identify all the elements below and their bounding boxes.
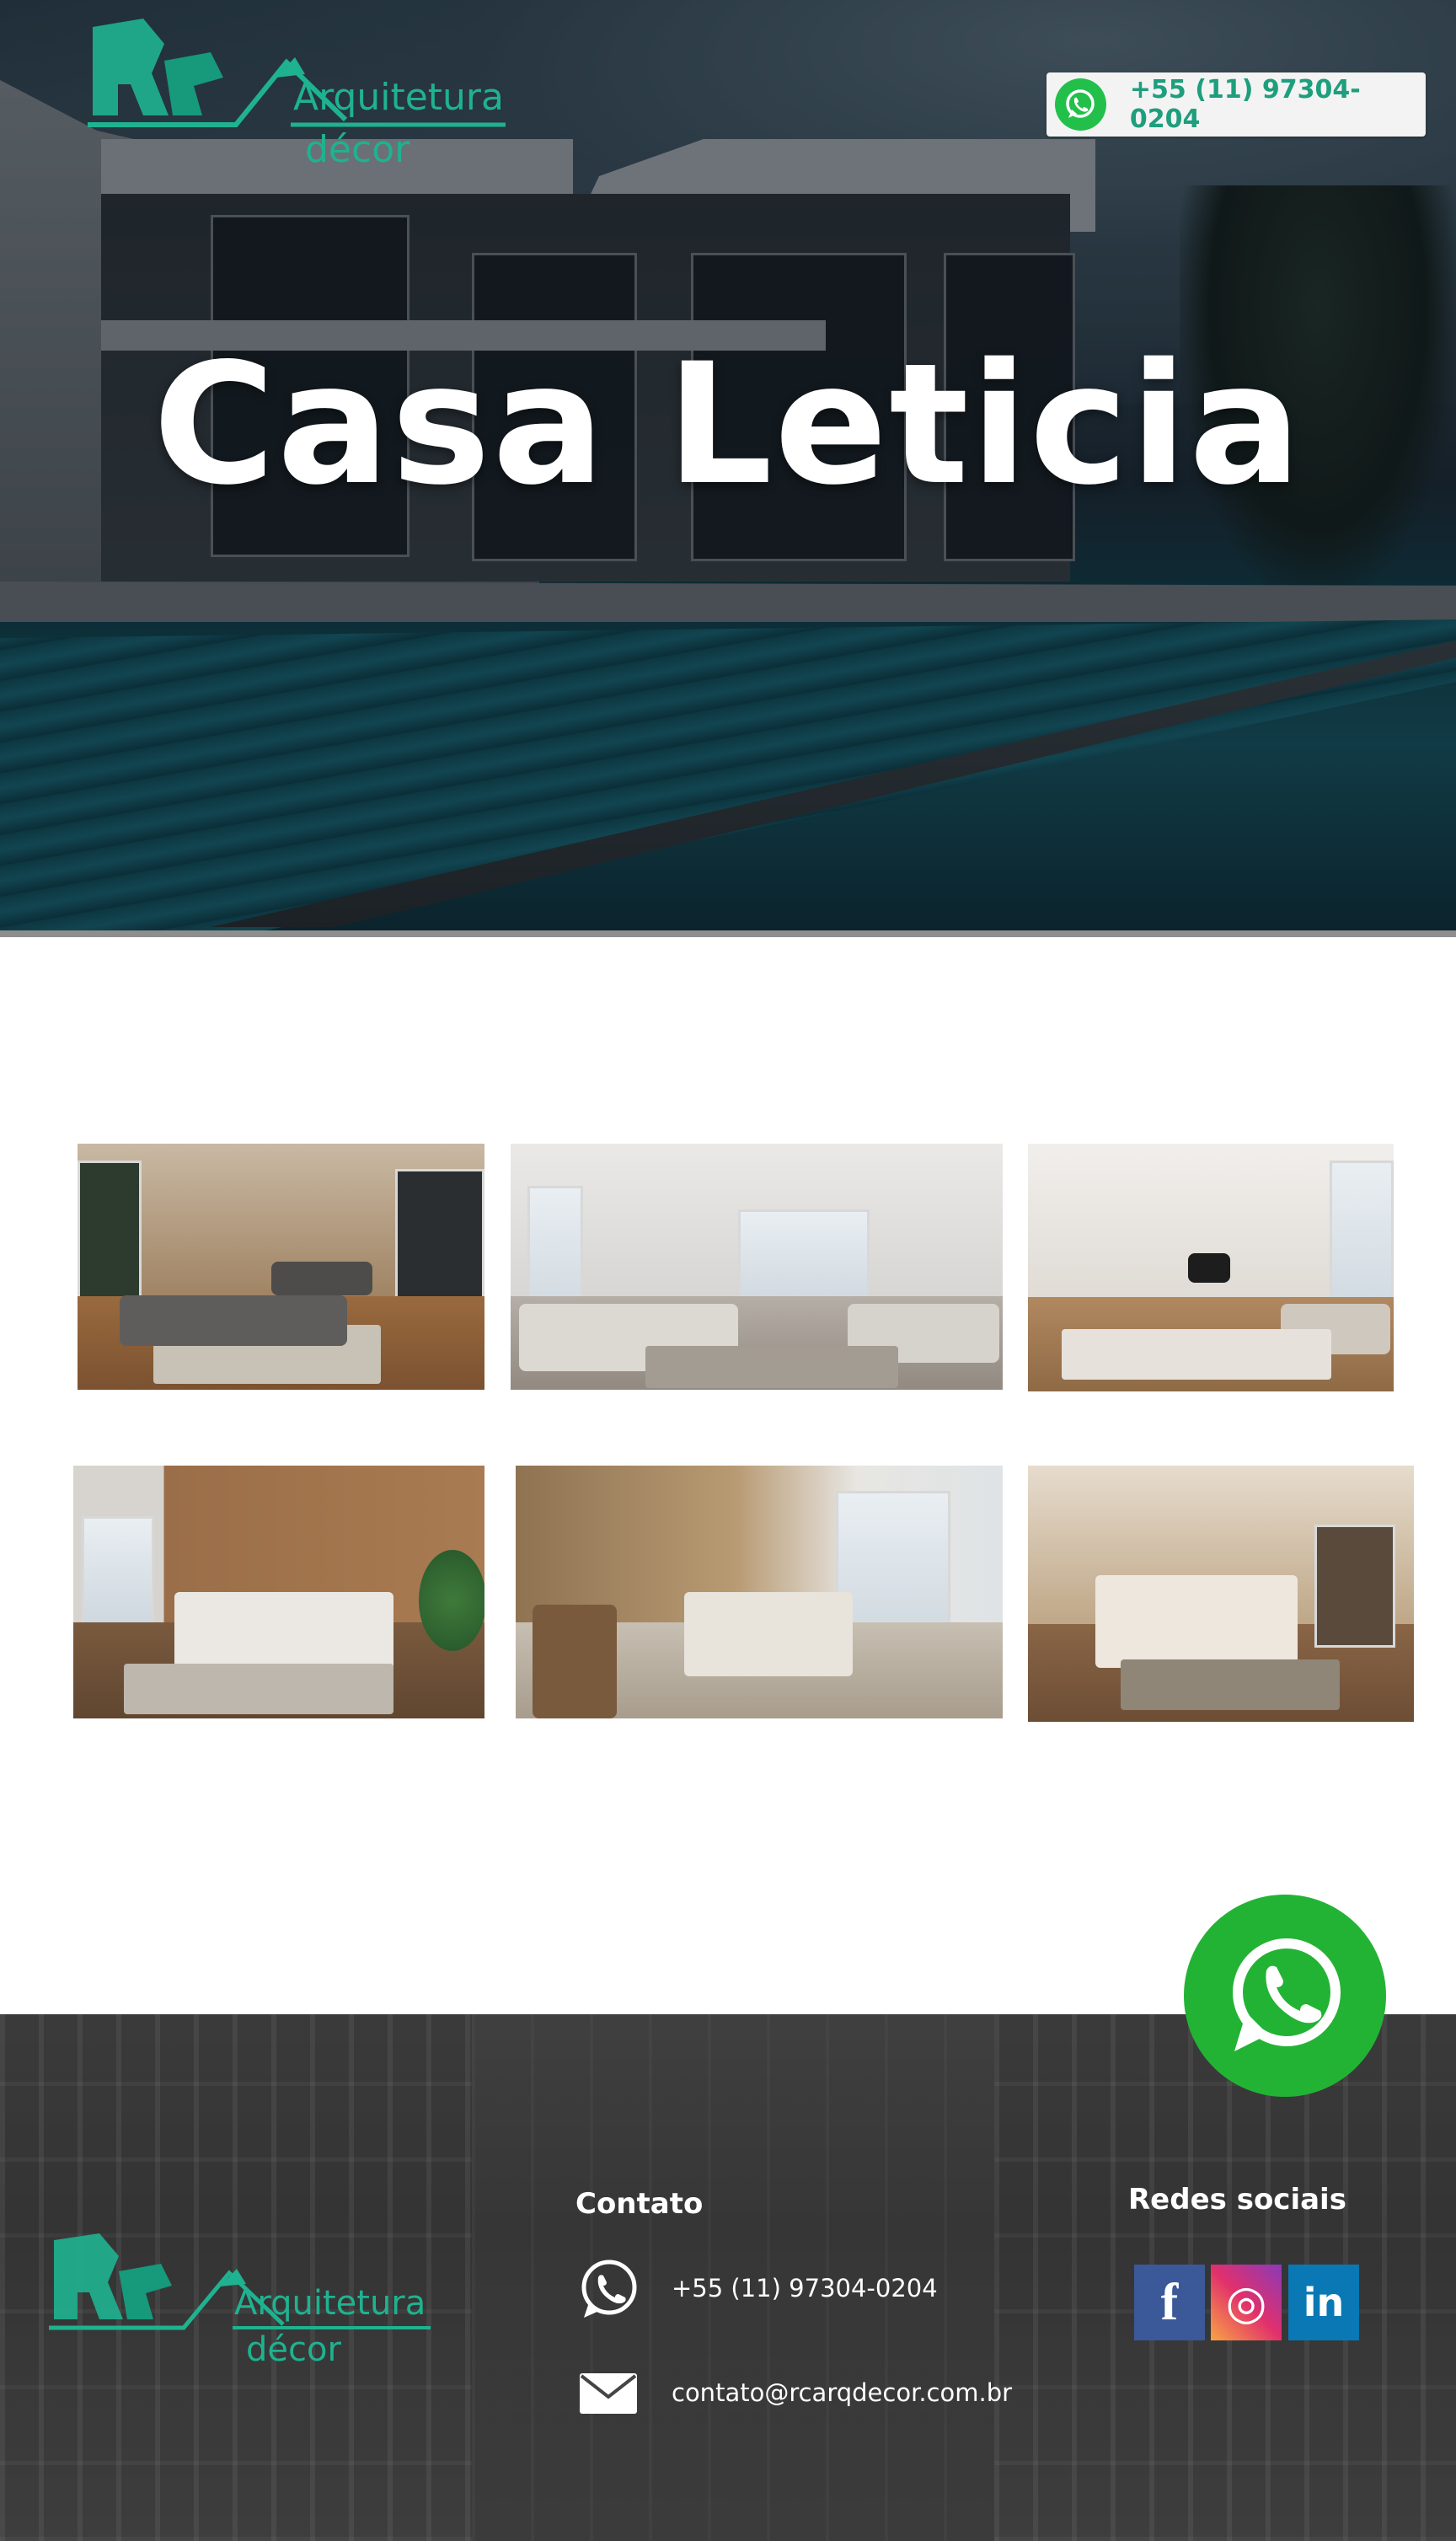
header-logo[interactable]: Arquitetura décor xyxy=(84,19,522,179)
contact-heading: Contato xyxy=(575,2187,704,2221)
email-icon xyxy=(580,2373,637,2414)
footer-logo-text-decor: décor xyxy=(246,2330,341,2369)
footer-phone[interactable]: +55 (11) 97304-0204 xyxy=(672,2274,938,2302)
header-phone-button[interactable]: +55 (11) 97304-0204 xyxy=(1046,72,1426,137)
footer-email[interactable]: contato@rcarqdecor.com.br xyxy=(672,2378,1012,2407)
header-phone-number: +55 (11) 97304-0204 xyxy=(1129,75,1361,134)
gallery-photo-3[interactable] xyxy=(1028,1144,1394,1391)
gallery-photo-6[interactable] xyxy=(1028,1466,1414,1722)
gallery-photo-2[interactable] xyxy=(511,1144,1003,1390)
social-heading: Redes sociais xyxy=(1128,2183,1346,2217)
gallery-photo-4[interactable] xyxy=(73,1466,484,1718)
logo-text-arquitetura: Arquitetura xyxy=(293,76,504,119)
facebook-icon[interactable]: f xyxy=(1134,2265,1205,2340)
instagram-icon[interactable]: ◎ xyxy=(1211,2265,1282,2340)
hero-section: Arquitetura décor +55 (11) 97304-0204 Ca… xyxy=(0,0,1456,930)
footer-logo-text-arquitetura: Arquitetura xyxy=(234,2284,426,2323)
hero-divider xyxy=(0,930,1456,937)
linkedin-icon[interactable]: in xyxy=(1288,2265,1359,2340)
logo-text-decor: décor xyxy=(305,128,410,171)
footer-logo[interactable]: Arquitetura décor xyxy=(47,2233,443,2377)
gallery-photo-5[interactable] xyxy=(516,1466,1003,1718)
floating-whatsapp-button[interactable] xyxy=(1184,1895,1386,2097)
hero-title: Casa Leticia xyxy=(153,327,1303,522)
whatsapp-icon xyxy=(1233,1938,1341,2051)
whatsapp-icon xyxy=(1055,78,1106,131)
footer: Arquitetura décor Contato +55 (11) 97304… xyxy=(0,2014,1456,2541)
gallery-photo-1[interactable] xyxy=(78,1144,484,1390)
phone-icon xyxy=(581,2260,637,2318)
